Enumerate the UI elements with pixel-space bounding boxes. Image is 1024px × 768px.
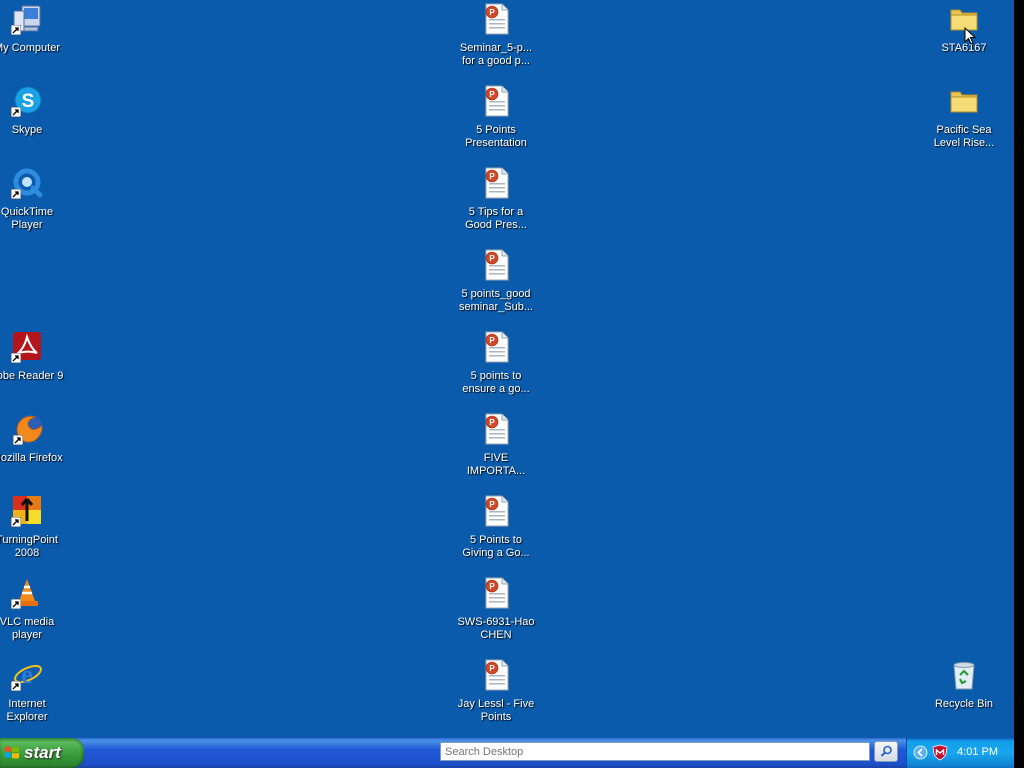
screen-edge <box>1014 0 1024 768</box>
firefox-icon <box>13 413 45 445</box>
powerpoint-file-icon: P <box>480 659 512 691</box>
desktop-icon-label: Internet Explorer <box>6 698 48 723</box>
svg-text:P: P <box>489 8 495 17</box>
taskbar: start 4:01 PM <box>0 738 1014 768</box>
powerpoint-file-icon: P <box>480 249 512 281</box>
vlc-icon <box>11 577 43 609</box>
desktop-icon-label: SWS-6931-Hao CHEN <box>457 616 535 641</box>
shortcut-arrow-icon <box>11 599 21 609</box>
start-button[interactable]: start <box>0 738 84 768</box>
powerpoint-file-icon: P <box>480 413 512 445</box>
system-tray: 4:01 PM <box>906 738 1014 768</box>
powerpoint-file-icon: P <box>480 167 512 199</box>
mouse-cursor-icon <box>964 27 976 45</box>
desktop-icon-label: Pacific Sea Level Rise... <box>933 124 995 149</box>
desktop-icon-adobe-reader[interactable]: dobe Reader 9 <box>0 331 66 383</box>
svg-text:P: P <box>489 664 495 673</box>
desktop-icon-ppt-file[interactable]: P 5 Points Presentation <box>457 85 535 150</box>
svg-text:P: P <box>489 90 495 99</box>
powerpoint-file-icon: P <box>480 577 512 609</box>
antivirus-shield-icon[interactable] <box>932 744 948 761</box>
desktop-icon-label: Seminar_5-p... for a good p... <box>459 42 533 67</box>
desktop-icon-label: My Computer <box>0 42 61 54</box>
shortcut-arrow-icon <box>11 189 21 199</box>
desktop-icon-ppt-file[interactable]: P FIVE IMPORTA... <box>457 413 535 478</box>
svg-text:P: P <box>489 418 495 427</box>
folder-icon <box>948 85 980 117</box>
desktop-icon-quicktime[interactable]: QuickTime Player <box>0 167 66 232</box>
desktop-icon-label: VLC media player <box>0 616 55 641</box>
my-computer-icon <box>11 3 43 35</box>
desktop-icon-label: Skype <box>11 124 43 136</box>
desktop-icon-internet-explorer[interactable]: e Internet Explorer <box>0 659 66 724</box>
desktop-icon-label: TurningPoint 2008 <box>0 534 58 559</box>
tray-expand-chevron-icon[interactable] <box>913 745 928 760</box>
desktop-icon-label: 5 Points to Giving a Go... <box>462 534 530 559</box>
shortcut-arrow-icon <box>11 681 21 691</box>
desktop-icon-label: QuickTime Player <box>0 206 54 231</box>
svg-text:P: P <box>489 500 495 509</box>
powerpoint-file-icon: P <box>480 85 512 117</box>
shortcut-arrow-icon <box>11 517 21 527</box>
shortcut-arrow-icon <box>11 107 21 117</box>
desktop-icon-label: Jozilla Firefox <box>0 452 63 464</box>
desktop-icon-ppt-file[interactable]: P 5 Points to Giving a Go... <box>457 495 535 560</box>
desktop-icon-label: 5 points to ensure a go... <box>462 370 530 395</box>
desktop-icon-folder-pacific-sea[interactable]: Pacific Sea Level Rise... <box>925 85 1003 150</box>
skype-icon: S <box>11 85 43 117</box>
desktop-icon-ppt-file[interactable]: P Seminar_5-p... for a good p... <box>457 3 535 68</box>
search-icon <box>880 745 892 757</box>
svg-text:P: P <box>489 336 495 345</box>
svg-text:P: P <box>489 254 495 263</box>
turningpoint-icon <box>11 495 43 527</box>
shortcut-arrow-icon <box>11 25 21 35</box>
desktop-icon-label: 5 Tips for a Good Pres... <box>465 206 527 231</box>
windows-logo-icon <box>5 746 19 759</box>
desktop-icon-label: 5 Points Presentation <box>465 124 527 149</box>
desktop-icon-vlc[interactable]: VLC media player <box>0 577 66 642</box>
recycle-bin-icon <box>948 659 980 691</box>
internet-explorer-icon: e <box>11 659 43 691</box>
taskbar-clock[interactable]: 4:01 PM <box>957 746 998 758</box>
desktop-icon-label: 5 points_good seminar_Sub... <box>459 288 533 313</box>
start-button-label: start <box>24 743 61 762</box>
svg-text:P: P <box>489 582 495 591</box>
svg-text:S: S <box>22 91 35 112</box>
desktop-search-input[interactable] <box>440 742 870 761</box>
desktop-icon-label: Recycle Bin <box>934 698 994 710</box>
adobe-reader-icon <box>11 331 43 363</box>
powerpoint-file-icon: P <box>480 331 512 363</box>
desktop-icon-label: dobe Reader 9 <box>0 370 64 382</box>
desktop-icon-turningpoint[interactable]: TurningPoint 2008 <box>0 495 66 560</box>
desktop-icon-ppt-file[interactable]: P SWS-6931-Hao CHEN <box>457 577 535 642</box>
desktop-icon-ppt-file[interactable]: P 5 points to ensure a go... <box>457 331 535 396</box>
desktop-icon-label: FIVE IMPORTA... <box>466 452 526 477</box>
shortcut-arrow-icon <box>11 353 21 363</box>
desktop-icon-skype[interactable]: S Skype <box>0 85 66 137</box>
quicktime-icon <box>11 167 43 199</box>
svg-text:e: e <box>21 660 33 689</box>
desktop-icon-label: Jay Lessl - Five Points <box>457 698 535 723</box>
powerpoint-file-icon: P <box>480 3 512 35</box>
search-button[interactable] <box>874 741 898 762</box>
desktop-icon-ppt-file[interactable]: P 5 points_good seminar_Sub... <box>457 249 535 314</box>
desktop-icon-my-computer[interactable]: My Computer <box>0 3 66 55</box>
desktop[interactable]: My Computer S Skype QuickTime Player be … <box>0 0 1014 738</box>
desktop-icon-recycle-bin[interactable]: Recycle Bin <box>925 659 1003 711</box>
desktop-icon-ppt-file[interactable]: P 5 Tips for a Good Pres... <box>457 167 535 232</box>
desktop-icon-firefox[interactable]: Jozilla Firefox <box>0 413 68 465</box>
shortcut-arrow-icon <box>13 435 23 445</box>
powerpoint-file-icon: P <box>480 495 512 527</box>
desktop-icon-ppt-file[interactable]: P Jay Lessl - Five Points <box>457 659 535 724</box>
svg-text:P: P <box>489 172 495 181</box>
